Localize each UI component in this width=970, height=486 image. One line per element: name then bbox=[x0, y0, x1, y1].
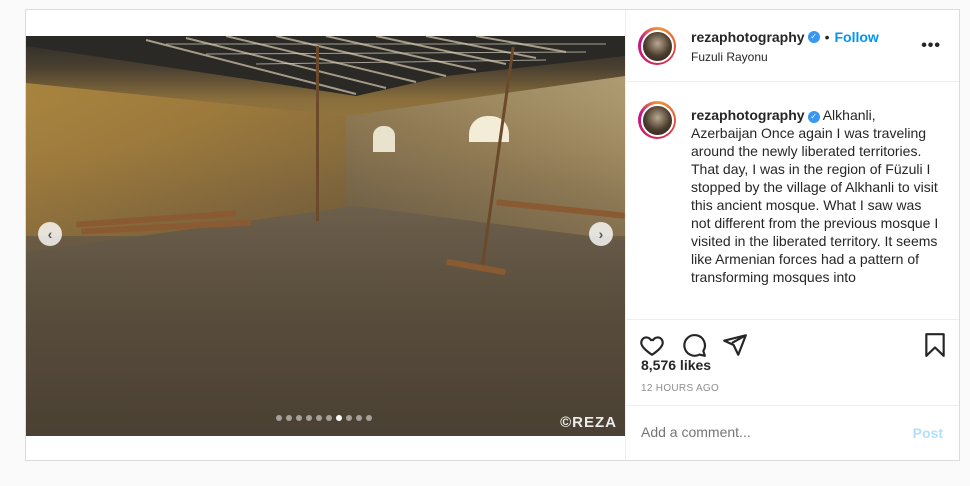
post-header: rezaphotography ✓ • Follow Fuzuli Rayonu… bbox=[626, 10, 959, 82]
carousel-dot bbox=[286, 415, 292, 421]
carousel-dot bbox=[276, 415, 282, 421]
header-location[interactable]: Fuzuli Rayonu bbox=[691, 50, 768, 64]
bookmark-icon[interactable] bbox=[922, 332, 948, 358]
follow-button[interactable]: Follow bbox=[834, 29, 878, 45]
photo-window bbox=[373, 126, 395, 152]
carousel-next-button[interactable]: › bbox=[589, 222, 613, 246]
verified-icon: ✓ bbox=[807, 31, 820, 43]
comment-icon[interactable] bbox=[681, 332, 707, 358]
post-comment-button[interactable]: Post bbox=[913, 425, 943, 441]
carousel-dot bbox=[336, 415, 342, 421]
photo-roof bbox=[26, 36, 625, 96]
carousel-dot bbox=[346, 415, 352, 421]
chevron-right-icon: › bbox=[598, 226, 604, 242]
more-options-button[interactable]: ••• bbox=[921, 37, 941, 55]
post-card: ‹ › ©REZA rezaphotography ✓ • Follow Fuz… bbox=[25, 9, 960, 461]
carousel-dot bbox=[296, 415, 302, 421]
post-media[interactable]: ‹ › ©REZA bbox=[26, 10, 625, 460]
header-separator: • bbox=[824, 29, 830, 45]
photo-pole bbox=[316, 46, 319, 221]
carousel-dot bbox=[306, 415, 312, 421]
caption-username[interactable]: rezaphotography bbox=[691, 107, 805, 123]
chevron-left-icon: ‹ bbox=[47, 226, 53, 242]
post-sidebar: rezaphotography ✓ • Follow Fuzuli Rayonu… bbox=[625, 10, 959, 460]
carousel-dot bbox=[366, 415, 372, 421]
likes-count[interactable]: 8,576 likes bbox=[641, 357, 711, 373]
photo-floor bbox=[26, 206, 625, 436]
share-icon[interactable] bbox=[722, 332, 748, 358]
heart-icon[interactable] bbox=[639, 332, 665, 358]
verified-icon: ✓ bbox=[807, 111, 820, 123]
add-comment-bar: Post bbox=[626, 405, 959, 460]
comment-input[interactable] bbox=[641, 424, 871, 440]
caption-avatar[interactable] bbox=[638, 101, 676, 139]
carousel-dot bbox=[316, 415, 322, 421]
comments-section[interactable]: rezaphotography ✓ Alkhanli, Azerbaijan On… bbox=[626, 83, 959, 319]
carousel-dot bbox=[356, 415, 362, 421]
caption: rezaphotography ✓ Alkhanli, Azerbaijan On… bbox=[691, 106, 941, 286]
carousel-indicator bbox=[276, 415, 372, 421]
photo-watermark: ©REZA bbox=[560, 414, 617, 431]
caption-text: Once again I was traveling around the ne… bbox=[691, 125, 939, 285]
carousel-dot bbox=[326, 415, 332, 421]
header-username[interactable]: rezaphotography bbox=[691, 29, 805, 45]
carousel-prev-button[interactable]: ‹ bbox=[38, 222, 62, 246]
avatar[interactable] bbox=[638, 27, 676, 65]
post-photo[interactable] bbox=[26, 36, 625, 436]
post-timestamp[interactable]: 12 HOURS AGO bbox=[641, 383, 719, 394]
